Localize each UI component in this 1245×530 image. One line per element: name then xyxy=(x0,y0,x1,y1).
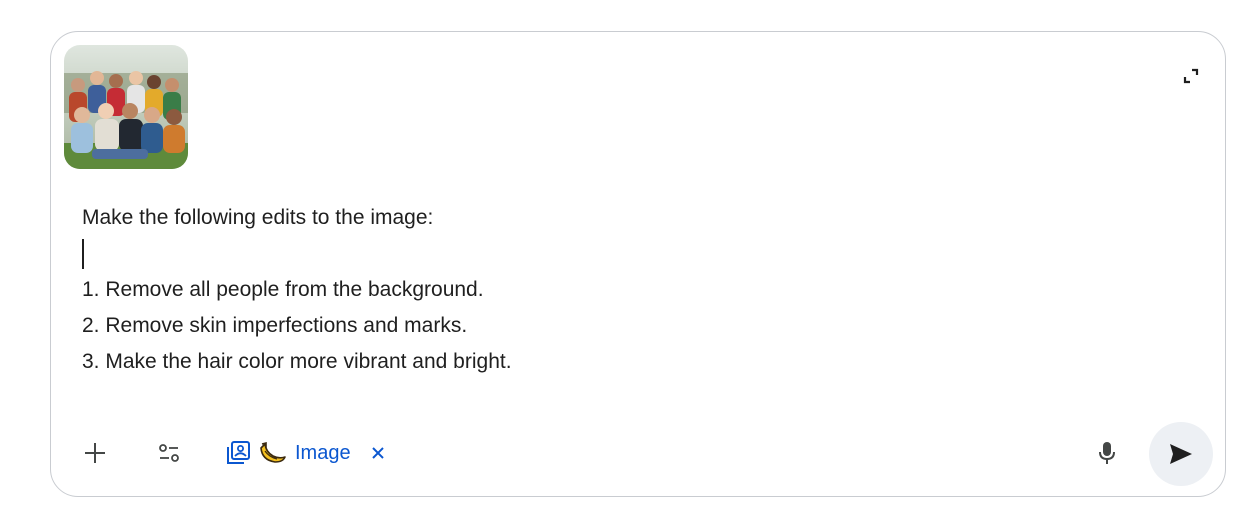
prompt-card: Make the following edits to the image: 1… xyxy=(50,31,1226,497)
attachment-thumbnail[interactable] xyxy=(64,45,188,169)
send-button[interactable] xyxy=(1149,422,1213,486)
expand-icon xyxy=(1183,68,1199,84)
close-icon xyxy=(371,447,384,459)
plus-icon xyxy=(85,443,105,463)
remove-tool-button[interactable] xyxy=(371,446,385,460)
prompt-line: 1. Remove all people from the background… xyxy=(82,278,484,301)
input-toolbar: Image xyxy=(51,420,1225,486)
tools-button[interactable] xyxy=(149,433,189,473)
prompt-line: 3. Make the hair color more vibrant and … xyxy=(82,350,512,373)
text-caret xyxy=(82,239,84,270)
prompt-line-blank xyxy=(82,236,1162,272)
image-edit-icon xyxy=(227,441,250,464)
group-photo-image xyxy=(64,45,188,169)
tools-toggle-icon xyxy=(159,444,179,462)
prompt-input[interactable]: Make the following edits to the image: 1… xyxy=(82,200,1162,380)
mic-button[interactable] xyxy=(1087,433,1127,473)
mic-icon xyxy=(1099,442,1115,464)
prompt-line: 2. Remove skin imperfections and marks. xyxy=(82,314,468,337)
add-button[interactable] xyxy=(75,433,115,473)
image-tool-label: Image xyxy=(295,441,351,464)
expand-button[interactable] xyxy=(1177,62,1205,90)
image-tool-chip[interactable]: Image xyxy=(225,435,385,471)
prompt-line: Make the following edits to the image: xyxy=(82,206,434,229)
send-icon xyxy=(1170,444,1192,464)
banana-icon xyxy=(260,441,286,463)
